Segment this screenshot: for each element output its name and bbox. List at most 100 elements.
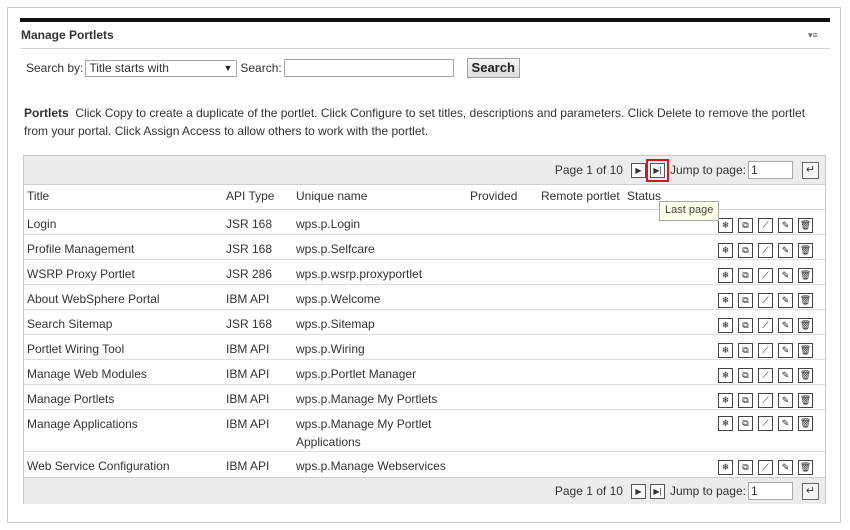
unique-name-cell: wps.p.Welcome [296, 292, 381, 306]
unique-name-cell-cont: Applications [296, 435, 361, 449]
assign-access-icon[interactable]: ❄ [718, 343, 733, 358]
row-actions: ❄ ⧉ ⟋ ✎ 🗑 [713, 268, 813, 283]
configure-icon[interactable]: ⟋ [758, 416, 773, 431]
configure-icon[interactable]: ⟋ [758, 368, 773, 383]
unique-name-cell: wps.p.Portlet Manager [296, 367, 417, 381]
copy-icon[interactable]: ⧉ [738, 218, 753, 233]
configure-icon[interactable]: ⟋ [758, 318, 773, 333]
row-actions: ❄ ⧉ ⟋ ✎ 🗑 [713, 318, 813, 333]
unique-name-cell: wps.p.Manage Webservices [296, 459, 446, 473]
delete-icon[interactable]: 🗑 [798, 218, 813, 233]
pager-bottom: Page 1 of 10 ▶ ▶| Jump to page: 1 ↵ [24, 477, 825, 504]
table-row: Web Service Configuration IBM API wps.p.Ma… [24, 452, 825, 477]
unique-name-cell: wps.p.Selfcare [296, 242, 375, 256]
delete-icon[interactable]: 🗑 [798, 460, 813, 475]
portlet-title-cell: Login [27, 217, 57, 231]
copy-icon[interactable]: ⧉ [738, 416, 753, 431]
delete-icon[interactable]: 🗑 [798, 243, 813, 258]
edit-icon[interactable]: ✎ [778, 318, 793, 333]
assign-access-icon[interactable]: ❄ [718, 368, 733, 383]
delete-icon[interactable]: 🗑 [798, 416, 813, 431]
table-row: Manage Applications IBM API wps.p.Manage M… [24, 410, 825, 452]
configure-icon[interactable]: ⟋ [758, 268, 773, 283]
edit-icon[interactable]: ✎ [778, 416, 793, 431]
copy-icon[interactable]: ⧉ [738, 243, 753, 258]
delete-icon[interactable]: 🗑 [798, 393, 813, 408]
portlet-top-border [20, 18, 830, 22]
portlet-title-cell: Manage Applications [27, 417, 138, 431]
copy-icon[interactable]: ⧉ [738, 393, 753, 408]
assign-access-icon[interactable]: ❄ [718, 218, 733, 233]
go-icon[interactable]: ↵ [802, 161, 819, 179]
configure-icon[interactable]: ⟋ [758, 293, 773, 308]
next-page-icon[interactable]: ▶ [630, 162, 646, 178]
copy-icon[interactable]: ⧉ [738, 460, 753, 475]
edit-icon[interactable]: ✎ [778, 293, 793, 308]
assign-access-icon[interactable]: ❄ [718, 293, 733, 308]
row-actions: ❄ ⧉ ⟋ ✎ 🗑 [713, 243, 813, 258]
copy-icon[interactable]: ⧉ [738, 293, 753, 308]
row-actions: ❄ ⧉ ⟋ ✎ 🗑 [713, 393, 813, 408]
api-type-cell: IBM API [226, 392, 270, 406]
portlet-title-cell: Profile Management [27, 242, 135, 256]
column-remote-portlet: Remote portlet [541, 189, 620, 203]
edit-icon[interactable]: ✎ [778, 243, 793, 258]
copy-icon[interactable]: ⧉ [738, 368, 753, 383]
row-actions: ❄ ⧉ ⟋ ✎ 🗑 [713, 218, 813, 233]
portlet-title-cell: Manage Web Modules [27, 367, 147, 381]
delete-icon[interactable]: 🗑 [798, 293, 813, 308]
search-input[interactable] [283, 59, 454, 77]
api-type-cell: JSR 286 [226, 267, 273, 281]
api-type-cell: IBM API [226, 342, 270, 356]
delete-icon[interactable]: 🗑 [798, 343, 813, 358]
configure-icon[interactable]: ⟋ [758, 343, 773, 358]
go-icon[interactable]: ↵ [802, 482, 819, 500]
edit-icon[interactable]: ✎ [778, 218, 793, 233]
assign-access-icon[interactable]: ❄ [718, 318, 733, 333]
portlet-title-cell: Search Sitemap [27, 317, 113, 331]
api-type-cell: JSR 168 [226, 317, 273, 331]
api-type-cell: IBM API [226, 459, 270, 473]
copy-icon[interactable]: ⧉ [738, 268, 753, 283]
portlet-title-cell: WSRP Proxy Portlet [27, 267, 135, 281]
table-row: Manage Web Modules IBM API wps.p.Portlet M… [24, 360, 825, 385]
edit-icon[interactable]: ✎ [778, 393, 793, 408]
api-type-cell: JSR 168 [226, 217, 273, 231]
delete-icon[interactable]: 🗑 [798, 318, 813, 333]
portlet-menu-icon[interactable]: ▾≡ [808, 30, 818, 41]
edit-icon[interactable]: ✎ [778, 368, 793, 383]
row-actions: ❄ ⧉ ⟋ ✎ 🗑 [713, 293, 813, 308]
search-by-select[interactable]: Title starts with ▼ [85, 59, 238, 77]
column-status: Status [627, 189, 662, 203]
portlets-description: Portlets Click Copy to create a duplicat… [24, 104, 824, 140]
copy-icon[interactable]: ⧉ [738, 343, 753, 358]
description-heading: Portlets [24, 106, 69, 120]
last-page-icon[interactable]: ▶| [645, 158, 669, 182]
portlet-title-cell: Manage Portlets [27, 392, 115, 406]
edit-icon[interactable]: ✎ [778, 343, 793, 358]
table-row: WSRP Proxy Portlet JSR 286 wps.p.wsrp.prox… [24, 260, 825, 285]
delete-icon[interactable]: 🗑 [798, 268, 813, 283]
configure-icon[interactable]: ⟋ [758, 393, 773, 408]
assign-access-icon[interactable]: ❄ [718, 393, 733, 408]
delete-icon[interactable]: 🗑 [798, 368, 813, 383]
assign-access-icon[interactable]: ❄ [718, 460, 733, 475]
copy-icon[interactable]: ⧉ [738, 318, 753, 333]
last-page-icon[interactable]: ▶| [649, 483, 665, 499]
column-provided: Provided [470, 189, 518, 203]
next-page-icon[interactable]: ▶ [630, 483, 646, 499]
edit-icon[interactable]: ✎ [778, 268, 793, 283]
search-button[interactable]: Search [466, 58, 520, 78]
assign-access-icon[interactable]: ❄ [718, 243, 733, 258]
page-indicator-bottom: Page 1 of 10 [554, 484, 623, 498]
edit-icon[interactable]: ✎ [778, 460, 793, 475]
configure-icon[interactable]: ⟋ [758, 243, 773, 258]
jump-to-page-input[interactable]: 1 [748, 161, 793, 179]
assign-access-icon[interactable]: ❄ [718, 416, 733, 431]
portlet-title-cell: Portlet Wiring Tool [27, 342, 125, 356]
jump-to-page-input[interactable]: 1 [748, 482, 793, 500]
assign-access-icon[interactable]: ❄ [718, 268, 733, 283]
configure-icon[interactable]: ⟋ [758, 460, 773, 475]
page-indicator: Page 1 of 10 [554, 163, 623, 177]
configure-icon[interactable]: ⟋ [758, 218, 773, 233]
